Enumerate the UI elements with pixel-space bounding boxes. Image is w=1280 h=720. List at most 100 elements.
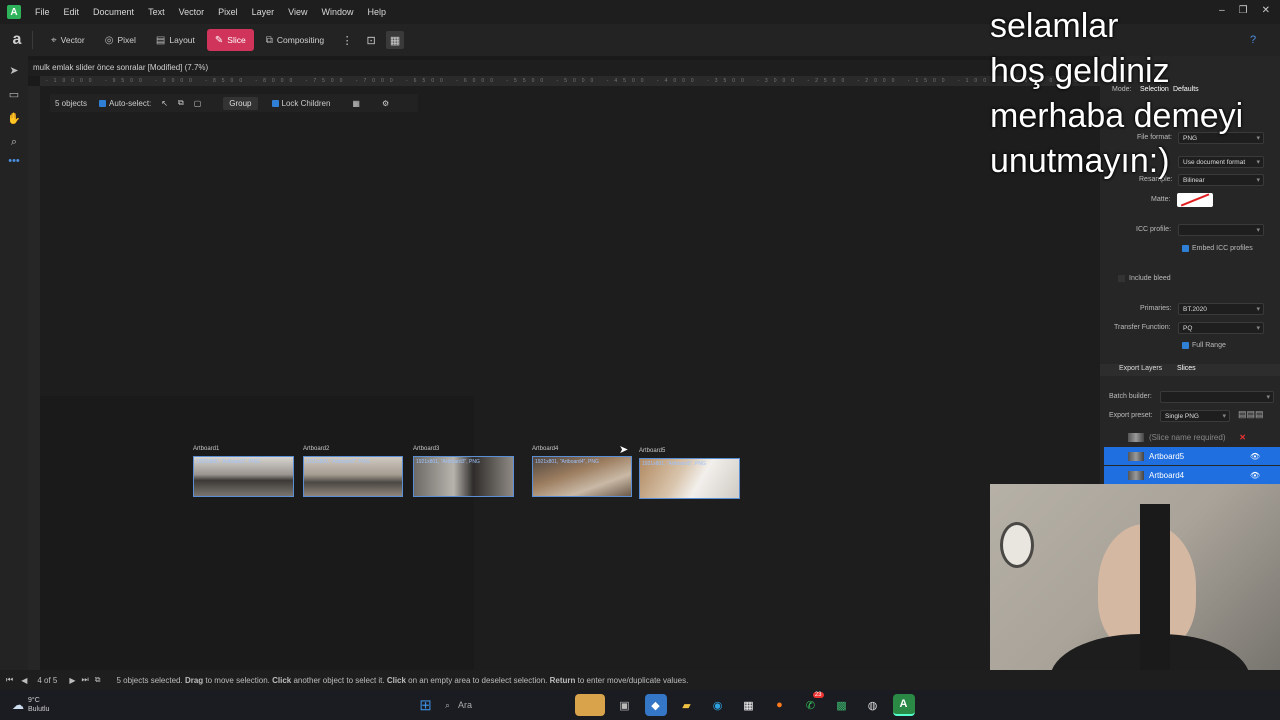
menu-edit[interactable]: Edit — [64, 7, 80, 17]
grid-icon[interactable]: ▦ — [386, 31, 405, 49]
artboard-5[interactable]: 1921x801, "Artboard5", PNG — [639, 458, 740, 499]
overlay-line: selamlar — [990, 7, 1119, 45]
artboard-label: Artboard2 — [303, 446, 330, 452]
transfer-function-select[interactable]: PQ — [1178, 322, 1264, 334]
menu-layer[interactable]: Layer — [252, 7, 275, 17]
next-page-icon[interactable]: ▶ — [69, 676, 75, 685]
slice-name: Artboard5 — [1149, 451, 1185, 461]
status-key: Return — [549, 675, 576, 685]
artboard-label: Artboard3 — [413, 446, 440, 452]
preset-options-icon[interactable]: ▤▤▤ — [1238, 409, 1264, 420]
firefox-icon[interactable]: ● — [769, 694, 791, 716]
context-toolbar: 5 objects Auto-select: ↖ ⧉ ▢ Group Lock … — [50, 94, 418, 112]
artboard-4[interactable]: 1921x801, "Artboard4", PNG — [532, 456, 632, 497]
slice-row-artboard4[interactable]: Artboard4 👁 — [1104, 466, 1280, 484]
menu-pixel[interactable]: Pixel — [218, 7, 238, 17]
weather-widget[interactable]: 9°C Bulutlu — [28, 696, 49, 714]
persona-slice-button[interactable]: ✎ Slice — [206, 29, 254, 51]
full-range-checkbox[interactable]: Full Range — [1182, 342, 1226, 349]
artboard-3[interactable]: 1921x801, "Artboard3", PNG — [413, 456, 514, 497]
taskbar-search[interactable]: ⌕ Ara — [445, 694, 570, 716]
snapping-icon[interactable]: ⊡ — [362, 31, 380, 49]
select-arrow-icon[interactable]: ↖ — [161, 99, 168, 108]
weather-temp: 9°C — [28, 697, 40, 704]
artboard-1[interactable]: 1920x800, "Artboard1", PNG — [193, 456, 294, 497]
ruler-left — [28, 86, 40, 670]
menu-help[interactable]: Help — [368, 7, 387, 17]
menu-document[interactable]: Document — [93, 7, 134, 17]
slice-thumbnail — [1128, 451, 1144, 461]
slice-tool-icon[interactable]: ▭ — [0, 82, 28, 106]
artboard-2[interactable]: 1921x800, "Artboard2", PNG — [303, 456, 403, 497]
persona-pixel-button[interactable]: ◎ Pixel — [97, 29, 144, 51]
auto-select-checkbox[interactable]: Auto-select: — [99, 99, 151, 108]
persona-layout-button[interactable]: ▤ Layout — [148, 29, 203, 51]
matte-swatch[interactable] — [1177, 193, 1213, 207]
visibility-eye-icon[interactable]: 👁 — [1250, 452, 1260, 461]
group-button[interactable]: Group — [223, 96, 258, 110]
lock-children-checkbox[interactable]: Lock Children — [271, 99, 330, 108]
last-page-icon[interactable]: ⏭ — [82, 675, 89, 685]
menu-window[interactable]: Window — [321, 7, 353, 17]
affinity-designer-taskbar-icon[interactable]: A — [892, 694, 915, 716]
whatsapp-icon[interactable]: ✆ 23 — [800, 692, 824, 716]
hand-tool-icon[interactable]: ✋ — [0, 106, 28, 130]
toolbar-divider — [32, 31, 33, 49]
more-options-icon[interactable]: ⋮ — [338, 31, 356, 49]
weather-cloud-icon[interactable]: ☁ — [12, 698, 24, 712]
status-key: Drag — [184, 675, 204, 685]
slice-caption: 1921x801, "Artboard5", PNG — [642, 461, 706, 467]
steam-icon[interactable]: ◍ — [862, 694, 884, 716]
select-frame-icon[interactable]: ▢ — [194, 99, 202, 108]
primaries-select[interactable]: BT.2020 — [1178, 303, 1264, 315]
menu-view[interactable]: View — [288, 7, 307, 17]
tab-export-layers[interactable]: Export Layers — [1119, 365, 1162, 372]
warning-x-icon: ✕ — [1239, 432, 1246, 442]
slice-row-artboard5[interactable]: Artboard5 👁 — [1104, 447, 1280, 465]
slice-thumbnail — [1128, 432, 1144, 442]
select-shape-icon[interactable]: ⧉ — [178, 98, 184, 108]
slice-persona-icon: ✎ — [214, 34, 224, 46]
windows-start-icon[interactable]: ⊞ — [415, 694, 437, 716]
green-app-icon[interactable]: ▩ — [831, 694, 853, 716]
include-bleed-checkbox[interactable]: Include bleed — [1118, 275, 1171, 282]
search-highlight-icon[interactable] — [574, 694, 605, 716]
persona-vector-button[interactable]: ⌖ Vector — [43, 29, 93, 51]
page-options-icon[interactable]: ⧉ — [95, 675, 101, 685]
menu-vector[interactable]: Vector — [179, 7, 205, 17]
slice-caption: 1921x801, "Artboard4", PNG — [535, 459, 599, 465]
embed-icc-checkbox[interactable]: Embed ICC profiles — [1182, 245, 1253, 252]
prev-page-icon[interactable]: ◀ — [21, 676, 27, 685]
edge-browser-icon[interactable]: ◉ — [707, 694, 729, 716]
ms-store-icon[interactable]: ▦ — [738, 694, 760, 716]
first-page-icon[interactable]: ⏮ — [6, 675, 13, 685]
wall-clock-icon — [1000, 522, 1034, 568]
export-preset-select[interactable]: Single PNG — [1160, 410, 1230, 422]
visibility-eye-icon[interactable]: 👁 — [1250, 471, 1260, 480]
menu-file[interactable]: File — [35, 7, 50, 17]
overlay-line: merhaba demeyi — [990, 97, 1244, 135]
settings-gear-icon[interactable]: ⚙ — [382, 99, 389, 108]
tab-slices[interactable]: Slices — [1177, 365, 1196, 372]
zoom-tool-icon[interactable]: ⌕ — [0, 130, 28, 154]
status-bar: ⏮ ◀ 4 of 5 ▶ ⏭ ⧉ 5 objects selected. Dra… — [0, 670, 1280, 690]
file-explorer-icon[interactable]: ▰ — [676, 694, 698, 716]
grid-options-icon[interactable]: ▦ — [352, 99, 360, 108]
store-app-icon[interactable]: ◆ — [644, 694, 667, 716]
batch-builder-select[interactable] — [1160, 391, 1274, 403]
document-tab[interactable]: mulk emlak slider önce sonralar [Modifie… — [28, 60, 1100, 76]
status-text: on an empty area to deselect selection. — [405, 675, 550, 685]
more-tools-icon[interactable]: ••• — [0, 154, 28, 168]
slice-row[interactable]: (Slice name required) ✕ — [1104, 428, 1280, 446]
video-overlay-text: selamlar hoş geldiniz merhaba demeyi unu… — [990, 4, 1280, 184]
icc-profile-select[interactable] — [1178, 224, 1264, 236]
layout-persona-icon: ▤ — [155, 34, 166, 46]
move-tool-icon[interactable]: ➤ — [0, 58, 28, 82]
slice-caption: 1920x800, "Artboard1", PNG — [196, 459, 260, 465]
task-view-icon[interactable]: ▣ — [614, 694, 636, 716]
persona-label: Compositing — [276, 35, 325, 45]
affinity-persona-icon[interactable]: a — [8, 31, 26, 49]
menu-text[interactable]: Text — [148, 7, 165, 17]
panel-tabs: Export Layers Slices — [1100, 364, 1280, 376]
persona-compositing-button[interactable]: ⧉ Compositing — [258, 29, 332, 51]
